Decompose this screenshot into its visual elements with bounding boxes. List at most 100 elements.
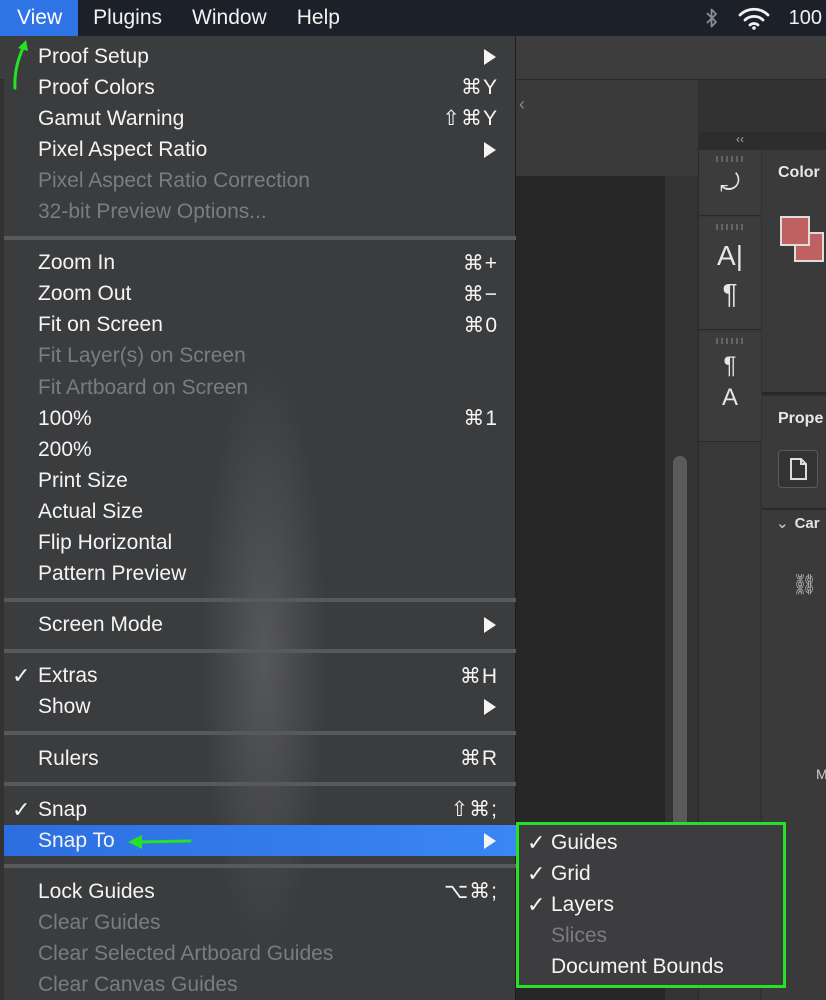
menu-item-fit-on-screen[interactable]: Fit on Screen ⌘0: [4, 310, 516, 341]
menu-item-label: Lock Guides: [38, 879, 155, 903]
menu-separator: [4, 864, 516, 869]
menu-item-pixel-aspect-ratio[interactable]: Pixel Aspect Ratio: [4, 134, 516, 165]
menu-item-proof-setup[interactable]: Proof Setup: [4, 41, 516, 72]
menu-item-label: 200%: [38, 437, 92, 461]
menu-item-label: Actual Size: [38, 499, 144, 523]
grip-icon[interactable]: [716, 338, 744, 344]
properties-panel-title[interactable]: Prope: [778, 410, 823, 428]
foreground-color-swatch[interactable]: [780, 216, 810, 246]
character-styles-icon[interactable]: A: [699, 384, 761, 412]
menu-help[interactable]: Help: [282, 0, 355, 36]
snap-to-item-label: Grid: [551, 861, 591, 885]
menu-item-label: Fit on Screen: [38, 313, 163, 337]
character-icon[interactable]: A|: [699, 240, 761, 272]
menu-item-32-bit-preview-options: 32-bit Preview Options...: [4, 197, 516, 228]
menu-item-label: 100%: [38, 406, 92, 430]
menu-item-snap[interactable]: ✓ Snap ⇧⌘;: [4, 794, 516, 825]
snap-to-item-label: Document Bounds: [551, 955, 724, 979]
menu-item-zoom-out[interactable]: Zoom Out ⌘−: [4, 279, 516, 310]
menu-item-actual-size[interactable]: Actual Size: [4, 496, 516, 527]
menu-item-200[interactable]: 200%: [4, 434, 516, 465]
menu-item-shortcut: ⌘Y: [460, 76, 498, 100]
paragraph-styles-icon[interactable]: ¶: [699, 352, 761, 380]
menu-item-label: Show: [38, 695, 91, 719]
menu-item-print-size[interactable]: Print Size: [4, 465, 516, 496]
document-icon: [790, 458, 807, 480]
menu-item-shortcut: ⌘+: [462, 251, 498, 275]
wifi-icon[interactable]: [737, 6, 771, 30]
chevron-left-icon[interactable]: ‹: [519, 94, 525, 115]
menu-item-rulers[interactable]: Rulers ⌘R: [4, 743, 516, 774]
menu-item-zoom-in[interactable]: Zoom In ⌘+: [4, 248, 516, 279]
submenu-arrow-icon: [484, 699, 496, 716]
menu-item-label: Zoom Out: [38, 282, 132, 306]
snap-to-submenu: ✓ Guides ✓ Grid ✓ Layers Slices Document Bounds: [516, 822, 786, 988]
menu-item-label: Proof Colors: [38, 75, 155, 99]
canvas-section-label: Car: [794, 515, 820, 532]
menu-item-shortcut: ⌥⌘;: [443, 880, 498, 904]
menu-item-gamut-warning[interactable]: Gamut Warning ⇧⌘Y: [4, 103, 516, 134]
menu-item-label: Clear Canvas Guides: [38, 973, 238, 997]
history-icon[interactable]: ⤾: [699, 170, 761, 198]
scrollbar-thumb[interactable]: [673, 456, 687, 856]
link-icon[interactable]: ⛓: [792, 572, 817, 597]
menu-item-label: Clear Selected Artboard Guides: [38, 942, 334, 965]
snap-to-item-grid[interactable]: ✓ Grid: [519, 858, 783, 889]
snap-to-item-label: Guides: [551, 830, 618, 854]
checkmark-icon: ✓: [527, 891, 546, 917]
menu-item-label: Clear Guides: [38, 910, 161, 934]
grip-icon[interactable]: [716, 156, 744, 162]
menu-item-100[interactable]: 100% ⌘1: [4, 403, 516, 434]
bluetooth-icon[interactable]: [705, 7, 719, 29]
menu-item-label: Proof Setup: [38, 44, 149, 68]
view-menu: Proof Setup Proof Colors ⌘Y Gamut Warning ⇧⌘…: [4, 36, 516, 1000]
menu-item-shortcut: ⌘H: [459, 664, 498, 688]
annotation-arrow-left-icon: [128, 835, 192, 849]
submenu-arrow-icon: [484, 48, 496, 65]
checkmark-icon: ✓: [527, 829, 546, 855]
snap-to-item-label: Layers: [551, 892, 615, 916]
canvas-section-header[interactable]: ⌄ Car: [776, 514, 820, 532]
menu-bar: View Plugins Window Help 100: [0, 0, 826, 36]
menu-item-label: 32-bit Preview Options...: [38, 200, 267, 223]
menu-item-show[interactable]: Show: [4, 692, 516, 723]
menu-view[interactable]: View: [0, 0, 79, 36]
menu-item-proof-colors[interactable]: Proof Colors ⌘Y: [4, 72, 516, 103]
menu-separator: [4, 648, 516, 653]
paragraph-icon[interactable]: ¶: [699, 278, 761, 310]
menu-plugins[interactable]: Plugins: [78, 0, 177, 36]
snap-to-item-slices: Slices: [519, 921, 783, 952]
color-panel-title[interactable]: Color: [778, 164, 820, 182]
snap-to-item-document-bounds[interactable]: Document Bounds: [519, 952, 783, 983]
snap-to-item-guides[interactable]: ✓ Guides: [519, 827, 783, 858]
menu-item-extras[interactable]: ✓ Extras ⌘H: [4, 661, 516, 692]
menu-item-flip-horizontal[interactable]: Flip Horizontal: [4, 528, 516, 559]
menu-item-fit-layer-s-on-screen: Fit Layer(s) on Screen: [4, 341, 516, 372]
menu-item-shortcut: ⌘1: [463, 407, 498, 431]
menu-window[interactable]: Window: [177, 0, 282, 36]
document-properties-button[interactable]: [778, 450, 818, 488]
annotation-arrow-up-icon: [13, 40, 28, 90]
collapse-panels-button[interactable]: ‹‹: [698, 132, 826, 150]
menu-item-snap-to[interactable]: Snap To: [4, 825, 516, 857]
menu-item-lock-guides[interactable]: Lock Guides ⌥⌘;: [4, 876, 516, 907]
menu-item-label: Flip Horizontal: [38, 531, 173, 554]
menu-item-label: Print Size: [38, 468, 128, 492]
menu-item-label: Screen Mode: [38, 613, 163, 637]
battery-percent[interactable]: 100: [789, 7, 822, 30]
menu-item-label: Zoom In: [38, 251, 116, 275]
status-area: 100: [705, 0, 826, 36]
menu-item-fit-artboard-on-screen: Fit Artboard on Screen: [4, 372, 516, 403]
snap-to-item-layers[interactable]: ✓ Layers: [519, 889, 783, 920]
checkmark-icon: ✓: [12, 663, 31, 689]
menu-item-shortcut: ⇧⌘;: [450, 798, 498, 822]
grip-icon[interactable]: [716, 224, 744, 230]
submenu-arrow-icon: [484, 832, 496, 849]
menu-item-clear-selected-artboard-guides: Clear Selected Artboard Guides: [4, 939, 516, 970]
menu-item-shortcut: ⇧⌘Y: [442, 107, 498, 131]
menu-item-clear-guides: Clear Guides: [4, 907, 516, 938]
menu-item-pattern-preview[interactable]: Pattern Preview: [4, 559, 516, 590]
checkmark-icon: ✓: [12, 796, 31, 822]
menu-item-screen-mode[interactable]: Screen Mode: [4, 610, 516, 641]
menu-item-label: Pattern Preview: [38, 562, 187, 586]
